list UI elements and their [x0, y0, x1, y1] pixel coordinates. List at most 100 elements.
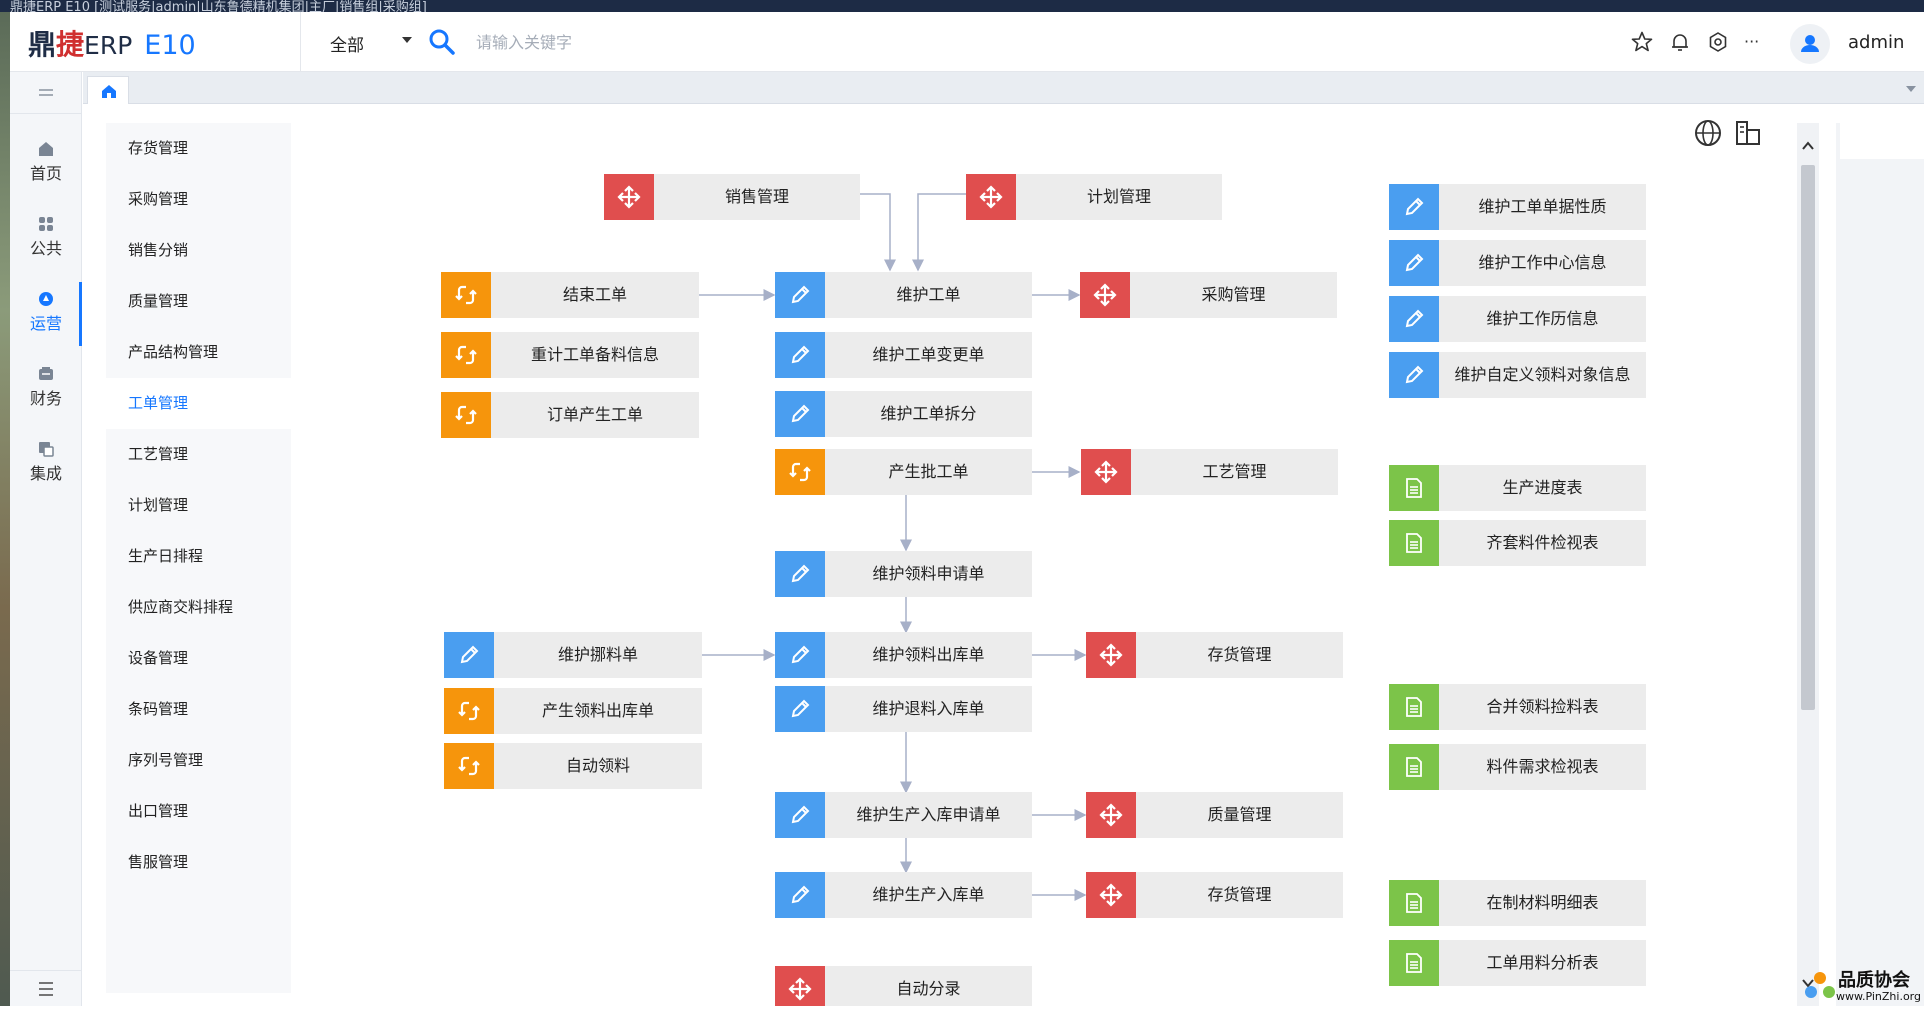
integration-icon: [39, 442, 54, 457]
nav-item-home[interactable]: 首页: [10, 132, 82, 196]
move-arrows-icon: [1086, 872, 1136, 918]
globe-icon[interactable]: [1693, 118, 1723, 148]
username[interactable]: admin: [1848, 32, 1904, 53]
flow-node-auto-journal[interactable]: 自动分录: [775, 966, 1032, 1006]
scrollbar-thumb[interactable]: [1801, 165, 1815, 710]
module-submenu: 存货管理 采购管理 销售分销 质量管理 产品结构管理 工单管理 工艺管理 计划管…: [106, 123, 291, 993]
submenu-item-equipment[interactable]: 设备管理: [106, 633, 291, 684]
submenu-item-after-sales[interactable]: 售服管理: [106, 837, 291, 888]
nav-menu-button[interactable]: [10, 970, 82, 1006]
flow-node-report-kit-check[interactable]: 齐套料件检视表: [1389, 520, 1646, 566]
flow-node-plan-management[interactable]: 计划管理: [966, 174, 1222, 220]
flow-node-report-demand-check[interactable]: 料件需求检视表: [1389, 744, 1646, 790]
flow-node-maintain-custom-issue-object[interactable]: 维护自定义领料对象信息: [1389, 352, 1646, 398]
flow-node-maintain-work-calendar[interactable]: 维护工作历信息: [1389, 296, 1646, 342]
nav-item-public[interactable]: 公共: [10, 207, 82, 271]
flow-node-routing-management[interactable]: 工艺管理: [1081, 449, 1338, 495]
flow-node-maintain-wo-change[interactable]: 维护工单变更单: [775, 332, 1032, 378]
tab-list-dropdown[interactable]: [1906, 86, 1916, 92]
flow-node-report-material-analysis[interactable]: 工单用料分析表: [1389, 940, 1646, 986]
submenu-item-supplier-delivery[interactable]: 供应商交料排程: [106, 582, 291, 633]
flow-node-maintain-wo-split[interactable]: 维护工单拆分: [775, 391, 1032, 437]
grid-icon: [39, 217, 53, 231]
submenu-item-quality[interactable]: 质量管理: [106, 276, 291, 327]
nav-item-finance[interactable]: 财务: [10, 357, 82, 421]
document-icon: [1389, 465, 1439, 511]
flow-node-close-work-order[interactable]: 结束工单: [441, 272, 699, 318]
menu-icon: [39, 982, 53, 996]
watermark-logo-icon: [1805, 972, 1835, 998]
flow-node-auto-issue[interactable]: 自动领料: [444, 743, 702, 789]
bell-icon[interactable]: [1668, 30, 1692, 54]
flow-node-maintain-issue-request[interactable]: 维护领料申请单: [775, 551, 1032, 597]
flow-node-inventory-management-2[interactable]: 存货管理: [1086, 872, 1343, 918]
settings-icon[interactable]: [1706, 30, 1730, 54]
nav-collapse-toggle[interactable]: [10, 72, 82, 114]
submenu-item-bom[interactable]: 产品结构管理: [106, 327, 291, 378]
flow-node-sales-management[interactable]: 销售管理: [604, 174, 860, 220]
pencil-icon: [775, 792, 825, 838]
vertical-scrollbar[interactable]: [1797, 123, 1819, 1006]
flow-node-maintain-return[interactable]: 维护退料入库单: [775, 686, 1032, 732]
search-scope-select[interactable]: 全部: [330, 31, 364, 56]
move-arrows-icon: [966, 174, 1016, 220]
chevron-down-icon[interactable]: [402, 37, 412, 43]
right-panel: [1836, 123, 1924, 1006]
move-arrows-icon: [1080, 272, 1130, 318]
more-icon[interactable]: ···: [1744, 30, 1768, 54]
submenu-item-work-order[interactable]: 工单管理: [106, 378, 291, 429]
refresh-arrows-icon: [775, 449, 825, 495]
nav-item-operations[interactable]: 运营: [10, 282, 82, 346]
workflow-canvas: 销售管理 计划管理 结束工单 重计工单备料信息 订单产生工单 维护工单 采购管理…: [300, 104, 1800, 1006]
move-arrows-icon: [1086, 632, 1136, 678]
home-icon: [39, 142, 53, 156]
flow-node-maintain-transfer[interactable]: 维护挪料单: [444, 632, 702, 678]
desktop-background: [0, 12, 10, 1006]
flow-node-maintain-issue[interactable]: 维护领料出库单: [775, 632, 1032, 678]
flow-node-purchase-management[interactable]: 采购管理: [1080, 272, 1337, 318]
search-icon[interactable]: [428, 28, 456, 56]
flow-node-maintain-wo-doc-nature[interactable]: 维护工单单据性质: [1389, 184, 1646, 230]
submenu-item-planning[interactable]: 计划管理: [106, 480, 291, 531]
avatar[interactable]: [1790, 24, 1830, 64]
submenu-item-sales[interactable]: 销售分销: [106, 225, 291, 276]
flow-node-inventory-management[interactable]: 存货管理: [1086, 632, 1343, 678]
flow-node-order-to-work-order[interactable]: 订单产生工单: [441, 392, 699, 438]
search-input[interactable]: [476, 28, 876, 56]
app-header: 鼎捷ERPE10 全部 ··· admin: [10, 12, 1924, 72]
pencil-icon: [775, 391, 825, 437]
submenu-item-serial-number[interactable]: 序列号管理: [106, 735, 291, 786]
window-titlebar: 鼎捷ERP E10 [测试服务|admin|山东鲁德精机集团|主厂|销售组|采购…: [0, 0, 1924, 15]
document-icon: [1389, 520, 1439, 566]
submenu-item-export[interactable]: 出口管理: [106, 786, 291, 837]
watermark-name: 品质协会: [1838, 970, 1910, 991]
tab-home[interactable]: [87, 76, 129, 104]
document-icon: [1389, 940, 1439, 986]
flow-node-maintain-work-center[interactable]: 维护工作中心信息: [1389, 240, 1646, 286]
flow-node-quality-management[interactable]: 质量管理: [1086, 792, 1343, 838]
pencil-icon: [775, 332, 825, 378]
document-icon: [1389, 880, 1439, 926]
flow-node-generate-issue[interactable]: 产生领料出库单: [444, 688, 702, 734]
flow-node-report-merged-pick[interactable]: 合并领料捡料表: [1389, 684, 1646, 730]
submenu-item-barcode[interactable]: 条码管理: [106, 684, 291, 735]
chevron-up-icon[interactable]: [1801, 139, 1815, 153]
flow-node-recalc-material[interactable]: 重计工单备料信息: [441, 332, 699, 378]
star-icon[interactable]: [1630, 30, 1654, 54]
flow-node-maintain-receipt[interactable]: 维护生产入库单: [775, 872, 1032, 918]
submenu-item-purchase[interactable]: 采购管理: [106, 174, 291, 225]
layout-icon[interactable]: [1733, 118, 1763, 148]
flow-node-maintain-receipt-request[interactable]: 维护生产入库申请单: [775, 792, 1032, 838]
pencil-icon: [775, 686, 825, 732]
flow-node-report-progress[interactable]: 生产进度表: [1389, 465, 1646, 511]
submenu-item-daily-schedule[interactable]: 生产日排程: [106, 531, 291, 582]
submenu-item-routing[interactable]: 工艺管理: [106, 429, 291, 480]
flow-node-generate-batch-wo[interactable]: 产生批工单: [775, 449, 1032, 495]
pencil-icon: [775, 551, 825, 597]
nav-item-integration[interactable]: 集成: [10, 432, 82, 496]
app-logo[interactable]: 鼎捷ERP E10: [28, 23, 196, 63]
flow-node-maintain-work-order[interactable]: 维护工单: [775, 272, 1032, 318]
submenu-item-inventory[interactable]: 存货管理: [106, 123, 291, 174]
flow-node-report-wip-detail[interactable]: 在制材料明细表: [1389, 880, 1646, 926]
document-icon: [1389, 744, 1439, 790]
